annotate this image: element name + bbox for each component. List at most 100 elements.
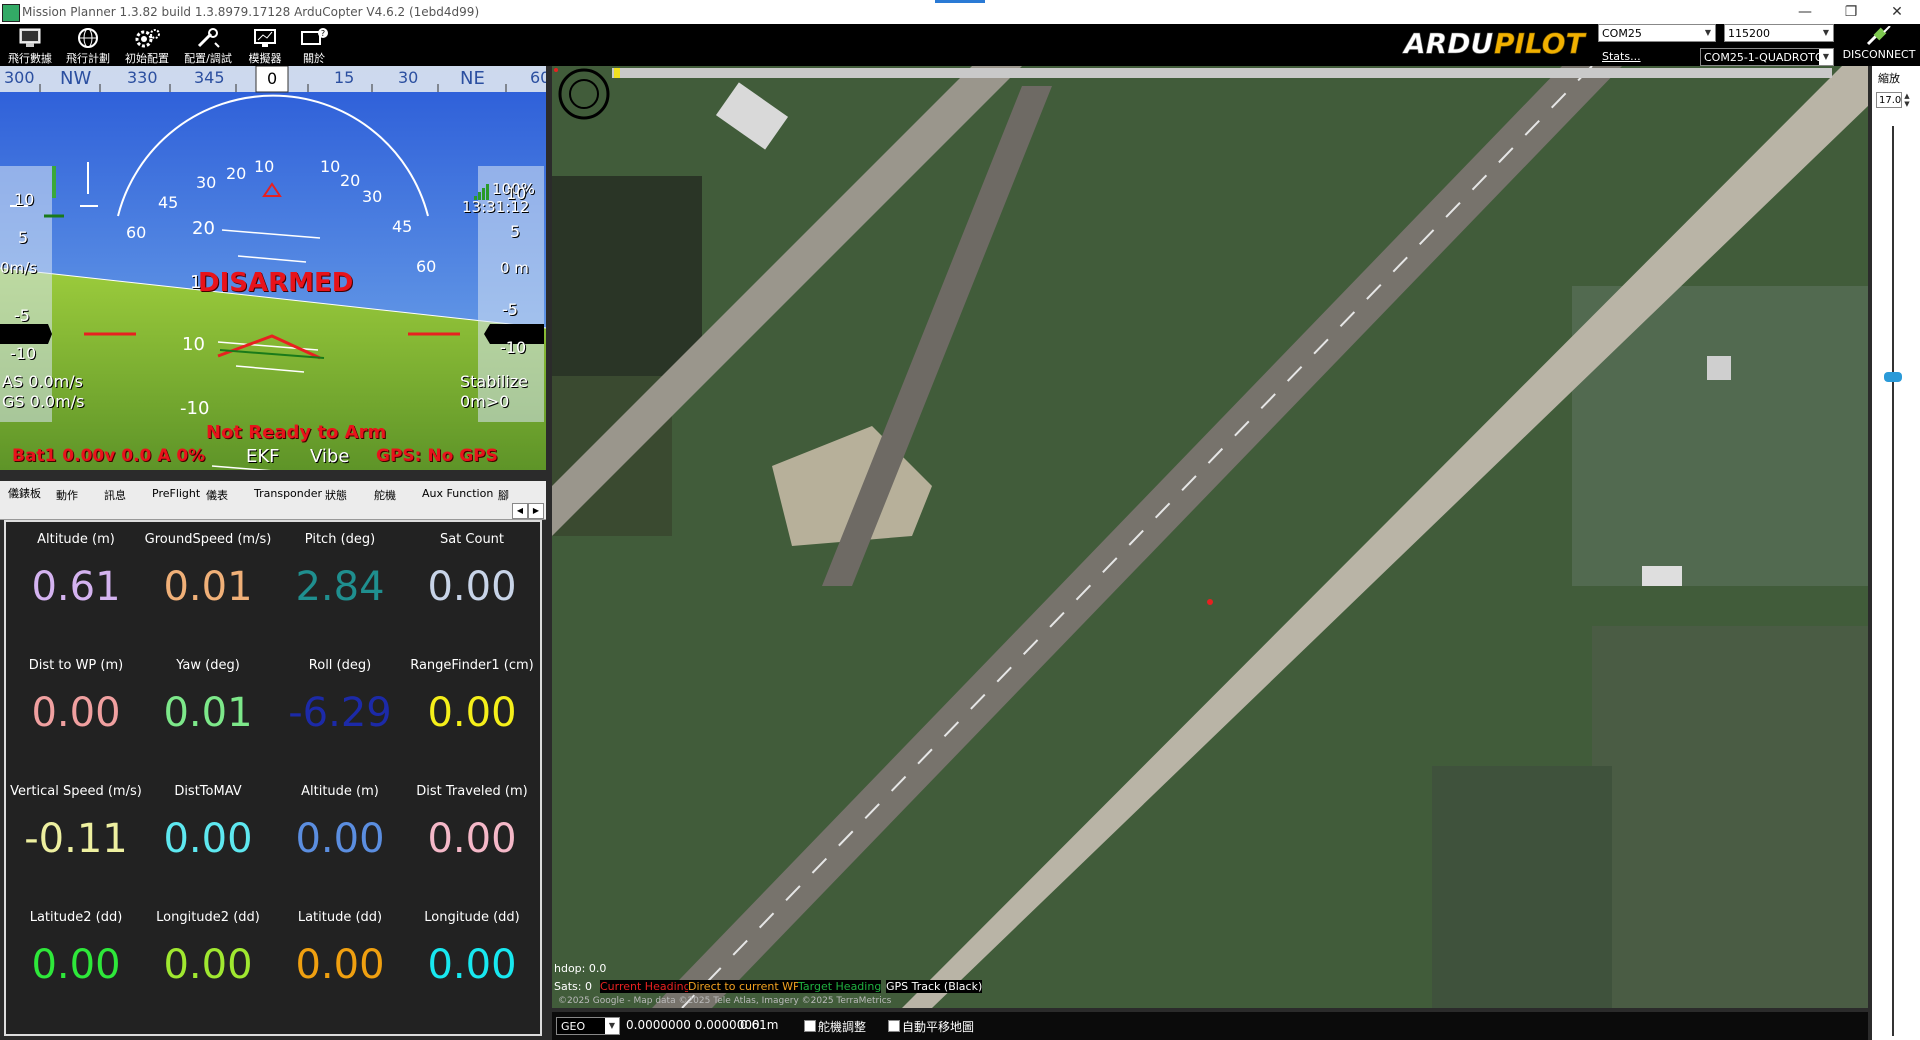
logo-text-ardu: ARDU bbox=[1402, 27, 1493, 60]
tab-aux-function[interactable]: Aux Function bbox=[422, 487, 493, 500]
quick-label: Dist to WP (m) bbox=[28, 658, 124, 673]
farmland-patch bbox=[1432, 766, 1612, 1008]
tab-scripts[interactable]: 腳 bbox=[498, 487, 509, 503]
quick-cell[interactable]: Longitude (dd) 0.00 bbox=[406, 910, 538, 989]
quick-cell[interactable]: DistToMAV 0.00 bbox=[142, 784, 274, 863]
quick-cell[interactable]: Pitch (deg) 2.84 bbox=[274, 532, 406, 611]
toolbar-config-tuning[interactable]: 配置/調試 bbox=[178, 24, 238, 66]
quick-cell[interactable]: Longitude2 (dd) 0.00 bbox=[142, 910, 274, 989]
quick-label: Roll (deg) bbox=[308, 658, 372, 673]
zoom-track[interactable] bbox=[1892, 126, 1894, 1036]
tab-transponder[interactable]: Transponder bbox=[254, 487, 322, 500]
tab-quick[interactable]: 儀錶板 bbox=[8, 485, 41, 501]
tab-scroll-right[interactable]: ▶ bbox=[528, 503, 544, 519]
mission-progress-marker bbox=[614, 68, 620, 78]
stats-link[interactable]: Stats... bbox=[1602, 50, 1641, 63]
wp-distance: 0m>0 bbox=[460, 392, 510, 411]
roll-label: 20 bbox=[340, 171, 360, 190]
quick-value: 0.00 bbox=[31, 690, 121, 736]
servo-adjust-checkbox[interactable] bbox=[804, 1020, 816, 1032]
tab-preflight[interactable]: PreFlight bbox=[152, 487, 200, 500]
quick-cell[interactable]: Altitude (m) 0.61 bbox=[10, 532, 142, 611]
quick-cell[interactable]: Dist Traveled (m) 0.00 bbox=[406, 784, 538, 863]
tab-strip: 儀錶板 動作 訊息 PreFlight 儀表 Transponder 狀態 舵機… bbox=[0, 481, 546, 520]
gps-status: GPS: No GPS bbox=[376, 446, 498, 466]
farmland-patch bbox=[552, 176, 702, 376]
alt-tape-label: -10 bbox=[500, 338, 527, 357]
pitch-label: -10 bbox=[180, 398, 209, 419]
tab-servo[interactable]: 舵機 bbox=[374, 487, 396, 503]
quick-cell[interactable]: GroundSpeed (m/s) 0.01 bbox=[142, 532, 274, 611]
baud-select[interactable]: 115200 ▼ bbox=[1724, 24, 1834, 42]
zoom-input[interactable]: 17.0 bbox=[1876, 92, 1902, 108]
close-button[interactable]: ✕ bbox=[1874, 0, 1920, 24]
quick-label: Latitude (dd) bbox=[297, 910, 383, 925]
quick-value: 0.00 bbox=[427, 564, 517, 610]
quick-cell[interactable]: Roll (deg) -6.29 bbox=[274, 658, 406, 737]
map-copyright: ©2025 Google - Map data ©2025 Tele Atlas… bbox=[558, 996, 892, 1006]
ardupilot-logo: ARDU PILOT bbox=[1402, 27, 1587, 60]
legend-gps-track: GPS Track (Black) bbox=[886, 980, 983, 993]
quick-value: 0.00 bbox=[163, 942, 253, 988]
title-bar: Mission Planner 1.3.82 build 1.3.8979.17… bbox=[0, 0, 1920, 24]
quick-cell[interactable]: Altitude (m) 0.00 bbox=[274, 784, 406, 863]
roll-label: 10 bbox=[254, 157, 274, 176]
coord-mode-value: GEO bbox=[561, 1020, 586, 1033]
speed-box bbox=[0, 324, 52, 344]
mission-progress-bar[interactable] bbox=[612, 68, 1832, 78]
quick-cell[interactable]: RangeFinder1 (cm) 0.00 bbox=[406, 658, 538, 737]
tab-scroll-left[interactable]: ◀ bbox=[512, 503, 528, 519]
quick-value: 0.00 bbox=[295, 816, 385, 862]
link-select[interactable]: COM25-1-QUADROTOR ▼ bbox=[1700, 48, 1834, 66]
quick-value: 0.00 bbox=[427, 690, 517, 736]
quick-label: Latitude2 (dd) bbox=[29, 910, 123, 925]
building bbox=[1642, 566, 1682, 586]
toolbar-flight-plan[interactable]: 飛行計劃 bbox=[60, 24, 116, 66]
roll-label: 10 bbox=[320, 157, 340, 176]
tab-status[interactable]: 狀態 bbox=[325, 487, 347, 503]
quick-cell[interactable]: Sat Count 0.00 bbox=[406, 532, 538, 611]
toolbar-flight-data[interactable]: 飛行數據 bbox=[2, 24, 58, 66]
compass-label: 60 bbox=[530, 68, 546, 87]
restore-button[interactable]: ❐ bbox=[1828, 0, 1874, 24]
toolbar-about[interactable]: ? 關於 bbox=[292, 24, 336, 66]
coord-mode-select[interactable]: GEO ▼ bbox=[556, 1017, 620, 1035]
zoom-slider-thumb[interactable] bbox=[1884, 372, 1902, 382]
window-title: Mission Planner 1.3.82 build 1.3.8979.17… bbox=[22, 5, 480, 19]
map-view[interactable]: hdop: 0.0 Sats: 0 Current Heading Direct… bbox=[552, 66, 1868, 1008]
toolbar-simulator[interactable]: 模擬器 bbox=[240, 24, 290, 66]
quick-cell[interactable]: Yaw (deg) 0.01 bbox=[142, 658, 274, 737]
satellite-map bbox=[552, 66, 1868, 1008]
quick-panel: Altitude (m) 0.61 GroundSpeed (m/s) 0.01… bbox=[4, 520, 542, 1036]
tab-messages[interactable]: 訊息 bbox=[104, 487, 126, 503]
chevron-down-icon: ▼ bbox=[1822, 28, 1830, 37]
alt-current: 0 m bbox=[500, 259, 529, 277]
port-select[interactable]: COM25 ▼ bbox=[1598, 24, 1716, 42]
arm-check-message: Not Ready to Arm bbox=[206, 422, 387, 443]
minimize-button[interactable]: — bbox=[1782, 0, 1828, 24]
toolbar-initial-setup[interactable]: 初始配置 bbox=[118, 24, 176, 66]
quick-label: Altitude (m) bbox=[37, 532, 115, 547]
quick-cell[interactable]: Latitude (dd) 0.00 bbox=[274, 910, 406, 989]
vibe-indicator[interactable]: Vibe bbox=[310, 446, 349, 467]
zoom-stepper[interactable]: ▲ ▼ bbox=[1902, 92, 1912, 108]
pitch-label: 20 bbox=[192, 218, 215, 239]
chevron-down-icon: ▼ bbox=[605, 1018, 619, 1034]
toolbar-label: 關於 bbox=[303, 52, 325, 65]
toolbar-label: 飛行數據 bbox=[8, 52, 52, 65]
disconnect-button[interactable]: DISCONNECT bbox=[1838, 24, 1920, 64]
arm-status: DISARMED bbox=[198, 268, 354, 298]
quick-cell[interactable]: Vertical Speed (m/s) -0.11 bbox=[10, 784, 142, 863]
ekf-indicator[interactable]: EKF bbox=[246, 446, 280, 467]
quick-value: 0.00 bbox=[295, 942, 385, 988]
quick-cell[interactable]: Latitude2 (dd) 0.00 bbox=[10, 910, 142, 989]
quick-value: 0.00 bbox=[31, 942, 121, 988]
tab-actions[interactable]: 動作 bbox=[56, 487, 78, 503]
quick-cell[interactable]: Dist to WP (m) 0.00 bbox=[10, 658, 142, 737]
app-icon bbox=[2, 4, 20, 22]
quick-value: 0.01 bbox=[163, 690, 253, 736]
vehicle-marker bbox=[1207, 599, 1213, 605]
autopan-checkbox[interactable] bbox=[888, 1020, 900, 1032]
compass-label: 345 bbox=[194, 68, 225, 87]
tab-gauges[interactable]: 儀表 bbox=[206, 487, 228, 503]
